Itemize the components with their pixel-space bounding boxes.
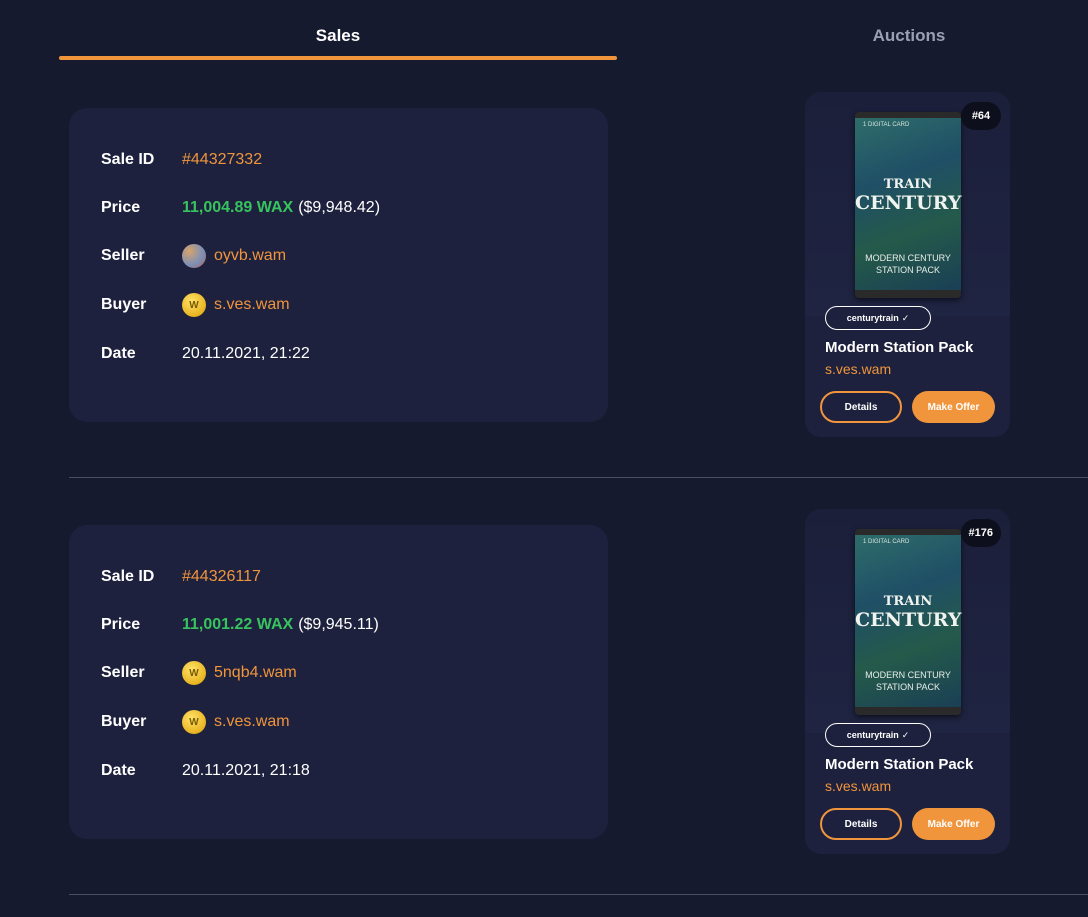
pack-logo-line2: CENTURY	[855, 192, 962, 214]
pack-sub-line2: STATION PACK	[875, 682, 940, 692]
serial-badge: #64	[961, 102, 1001, 130]
details-button[interactable]: Details	[820, 391, 902, 423]
price-usd: ($9,945.11)	[298, 616, 379, 633]
pack-subtitle: MODERN CENTURY STATION PACK	[855, 669, 961, 693]
collection-pill[interactable]: centurytrain ✓	[825, 306, 931, 330]
collection-name: centurytrain	[846, 313, 899, 323]
price-label: Price	[101, 199, 141, 216]
wax-coin-icon: W	[182, 710, 206, 734]
details-button[interactable]: Details	[820, 808, 902, 840]
sale-date: 20.11.2021, 21:18	[182, 762, 310, 779]
pack-sub-line1: MODERN CENTURY	[865, 253, 951, 263]
pack-logo: TRAIN CENTURY	[855, 593, 962, 631]
seller-link[interactable]: 5nqb4.wam	[214, 664, 297, 682]
date-line: Date 20.11.2021, 21:22	[101, 342, 601, 366]
tab-bar: Sales Auctions	[59, 0, 1088, 62]
pack-top-text: 1 DIGITAL CARD	[863, 122, 910, 128]
nft-card[interactable]: 1 DIGITAL CARD TRAIN CENTURY MODERN CENT…	[805, 92, 1010, 437]
sale-id-link[interactable]: #44326117	[182, 568, 261, 586]
pack-image: 1 DIGITAL CARD TRAIN CENTURY MODERN CENT…	[855, 529, 961, 715]
buyer-link[interactable]: s.ves.wam	[214, 713, 290, 731]
sale-id-label: Sale ID	[101, 568, 155, 585]
buyer-label: Buyer	[101, 713, 147, 730]
nft-name: Modern Station Pack	[825, 339, 974, 356]
make-offer-button[interactable]: Make Offer	[912, 391, 995, 423]
price-wax: 11,004.89 WAX	[182, 199, 294, 216]
nft-name: Modern Station Pack	[825, 756, 974, 773]
pack-sub-line1: MODERN CENTURY	[865, 670, 951, 680]
nft-card[interactable]: 1 DIGITAL CARD TRAIN CENTURY MODERN CENT…	[805, 509, 1010, 854]
date-label: Date	[101, 345, 136, 362]
pack-image: 1 DIGITAL CARD TRAIN CENTURY MODERN CENT…	[855, 112, 961, 298]
pack-logo-line2: CENTURY	[855, 609, 962, 631]
sales-page: Sales Auctions Sale ID #44327332 Price 1…	[0, 0, 1088, 917]
active-tab-indicator	[59, 56, 617, 60]
sale-info-card: Sale ID #44326117 Price 11,001.22 WAX ($…	[69, 525, 608, 839]
verified-check-icon: ✓	[901, 312, 910, 323]
wax-coin-icon: W	[182, 661, 206, 685]
pack-logo: TRAIN CENTURY	[855, 176, 962, 214]
buyer-link[interactable]: s.ves.wam	[214, 296, 290, 314]
seller-line: Seller W 5nqb4.wam	[101, 661, 601, 685]
sale-id-line: Sale ID #44326117	[101, 565, 601, 589]
sale-date: 20.11.2021, 21:22	[182, 345, 310, 362]
date-label: Date	[101, 762, 136, 779]
buyer-label: Buyer	[101, 296, 147, 313]
collection-name: centurytrain	[846, 730, 899, 740]
tab-auctions[interactable]: Auctions	[859, 26, 959, 46]
buyer-line: Buyer W s.ves.wam	[101, 710, 601, 734]
price-usd: ($9,948.42)	[298, 199, 381, 216]
tab-sales[interactable]: Sales	[59, 26, 617, 46]
pack-subtitle: MODERN CENTURY STATION PACK	[855, 252, 961, 276]
nft-image[interactable]: 1 DIGITAL CARD TRAIN CENTURY MODERN CENT…	[805, 92, 1010, 316]
row-divider	[69, 894, 1088, 895]
row-divider	[69, 477, 1088, 478]
seller-link[interactable]: oyvb.wam	[214, 247, 286, 265]
pack-sub-line2: STATION PACK	[875, 265, 940, 275]
collection-pill[interactable]: centurytrain ✓	[825, 723, 931, 747]
price-line: Price 11,004.89 WAX ($9,948.42)	[101, 196, 601, 220]
seller-line: Seller oyvb.wam	[101, 244, 601, 268]
price-line: Price 11,001.22 WAX ($9,945.11)	[101, 613, 601, 637]
sale-id-label: Sale ID	[101, 151, 155, 168]
seller-label: Seller	[101, 664, 145, 681]
sale-id-link[interactable]: #44327332	[182, 151, 262, 169]
price-label: Price	[101, 616, 141, 633]
sale-id-line: Sale ID #44327332	[101, 148, 601, 172]
verified-check-icon: ✓	[901, 729, 910, 740]
price-wax: 11,001.22 WAX	[182, 616, 294, 633]
nft-owner-link[interactable]: s.ves.wam	[825, 778, 891, 794]
seller-label: Seller	[101, 247, 145, 264]
serial-badge: #176	[960, 519, 1001, 547]
seller-avatar	[182, 244, 206, 268]
make-offer-button[interactable]: Make Offer	[912, 808, 995, 840]
buyer-line: Buyer W s.ves.wam	[101, 293, 601, 317]
pack-top-text: 1 DIGITAL CARD	[863, 539, 910, 545]
nft-owner-link[interactable]: s.ves.wam	[825, 361, 891, 377]
nft-image[interactable]: 1 DIGITAL CARD TRAIN CENTURY MODERN CENT…	[805, 509, 1010, 733]
wax-coin-icon: W	[182, 293, 206, 317]
sale-info-card: Sale ID #44327332 Price 11,004.89 WAX ($…	[69, 108, 608, 422]
date-line: Date 20.11.2021, 21:18	[101, 759, 601, 783]
